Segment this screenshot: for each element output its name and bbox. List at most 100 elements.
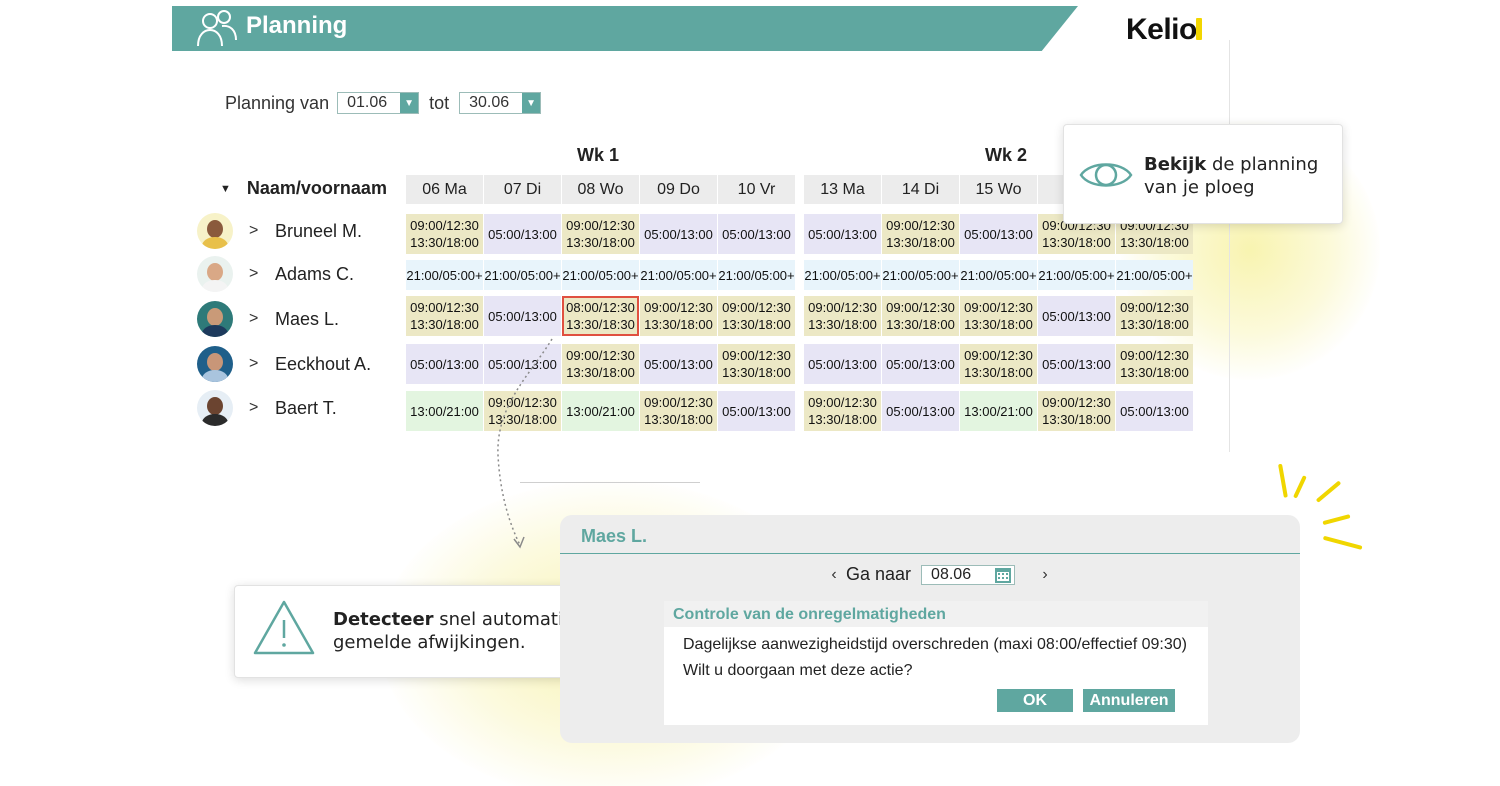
- shift-time: 05:00/13:00: [410, 356, 479, 372]
- ok-button[interactable]: OK: [997, 689, 1073, 712]
- shift-time: 09:00/12:30: [808, 300, 877, 315]
- shift-cell[interactable]: 05:00/13:00: [640, 214, 717, 254]
- shift-cell[interactable]: 09:00/12:30 13:30/18:00: [960, 296, 1037, 336]
- shift-cell[interactable]: 09:00/12:30 13:30/18:00: [804, 296, 881, 336]
- schedule-row: 05:00/13:00 05:00/13:00 09:00/12:30 13:30/1…: [804, 344, 1194, 384]
- shift-cell[interactable]: 05:00/13:00: [960, 214, 1037, 254]
- avatar: [197, 346, 233, 382]
- shift-time: 05:00/13:00: [808, 356, 877, 372]
- shift-cell[interactable]: 21:00/05:00+: [1116, 260, 1193, 290]
- avatar: [197, 390, 233, 426]
- chevron-right-icon[interactable]: >: [249, 310, 273, 328]
- shift-time: 13:30/18:30: [566, 317, 635, 332]
- chevron-down-icon[interactable]: ▼: [522, 93, 541, 113]
- shift-time: 05:00/13:00: [1042, 308, 1111, 324]
- shift-cell[interactable]: 05:00/13:00: [718, 214, 795, 254]
- shift-cell[interactable]: 13:00/21:00: [562, 391, 639, 431]
- shift-cell[interactable]: 21:00/05:00+: [640, 260, 717, 290]
- shift-cell[interactable]: 09:00/12:30 13:30/18:00: [562, 344, 639, 384]
- shift-cell[interactable]: 09:00/12:30 13:30/18:00: [882, 214, 959, 254]
- day-header[interactable]: 14 Di: [882, 175, 959, 204]
- day-header[interactable]: 13 Ma: [804, 175, 881, 204]
- cancel-button[interactable]: Annuleren: [1083, 689, 1175, 712]
- shift-cell[interactable]: 05:00/13:00: [1038, 296, 1115, 336]
- range-to-label: tot: [429, 92, 450, 113]
- day-header[interactable]: 10 Vr: [718, 175, 795, 204]
- shift-time: 21:00/05:00+: [562, 267, 639, 283]
- caret-down-icon[interactable]: ▼: [220, 183, 231, 195]
- shift-cell[interactable]: 21:00/05:00+: [718, 260, 795, 290]
- calendar-icon[interactable]: [994, 566, 1012, 584]
- chevron-right-icon[interactable]: >: [249, 355, 273, 373]
- day-header[interactable]: 09 Do: [640, 175, 717, 204]
- shift-cell[interactable]: 05:00/13:00: [804, 344, 881, 384]
- employee-row-header[interactable]: > Adams C.: [197, 255, 354, 293]
- shift-cell[interactable]: 05:00/13:00: [484, 214, 561, 254]
- chevron-right-icon[interactable]: ›: [1033, 566, 1057, 584]
- shift-cell[interactable]: 09:00/12:30 13:30/18:00: [406, 214, 483, 254]
- shift-cell[interactable]: 21:00/05:00+: [562, 260, 639, 290]
- shift-cell[interactable]: 21:00/05:00+: [1038, 260, 1115, 290]
- chevron-right-icon[interactable]: >: [249, 399, 273, 417]
- shift-cell[interactable]: 05:00/13:00: [882, 344, 959, 384]
- shift-cell[interactable]: 09:00/12:30 13:30/18:00: [718, 296, 795, 336]
- shift-cell[interactable]: 05:00/13:00: [640, 344, 717, 384]
- shift-cell[interactable]: 21:00/05:00+: [882, 260, 959, 290]
- shift-time: 13:00/21:00: [566, 403, 635, 419]
- warning-icon: [253, 600, 315, 655]
- goto-date-input[interactable]: 08.06: [921, 564, 1016, 585]
- chevron-left-icon[interactable]: ‹: [822, 566, 846, 584]
- employee-row-header[interactable]: > Bruneel M.: [197, 212, 362, 250]
- shift-cell[interactable]: 21:00/05:00+: [804, 260, 881, 290]
- shift-cell[interactable]: 09:00/12:30 13:30/18:00: [804, 391, 881, 431]
- day-header[interactable]: 07 Di: [484, 175, 561, 204]
- shift-time: 09:00/12:30: [722, 300, 791, 315]
- shift-cell[interactable]: 05:00/13:00: [406, 344, 483, 384]
- shift-cell[interactable]: 05:00/13:00: [484, 296, 561, 336]
- day-header[interactable]: 08 Wo: [562, 175, 639, 204]
- shift-cell[interactable]: 05:00/13:00: [1116, 391, 1193, 431]
- shift-time: 09:00/12:30: [964, 300, 1033, 315]
- shift-cell[interactable]: 05:00/13:00: [718, 391, 795, 431]
- schedule-row: 05:00/13:00 05:00/13:00 09:00/12:30 13:30/1…: [406, 344, 796, 384]
- shift-cell[interactable]: 13:00/21:00: [406, 391, 483, 431]
- shift-cell[interactable]: 21:00/05:00+: [406, 260, 483, 290]
- shift-time: 09:00/12:30: [644, 300, 713, 315]
- shift-cell[interactable]: 05:00/13:00: [882, 391, 959, 431]
- chevron-down-icon[interactable]: ▼: [400, 93, 419, 113]
- shift-cell[interactable]: 09:00/12:30 13:30/18:00: [1038, 391, 1115, 431]
- name-column-header[interactable]: ▼ Naam/voornaam: [220, 178, 387, 199]
- shift-time: 09:00/12:30: [1042, 395, 1111, 410]
- shift-time: 13:30/18:00: [644, 317, 713, 332]
- day-header[interactable]: 06 Ma: [406, 175, 483, 204]
- shift-cell[interactable]: 21:00/05:00+: [484, 260, 561, 290]
- shift-cell[interactable]: 09:00/12:30 13:30/18:00: [1116, 344, 1193, 384]
- range-from-label: Planning van: [225, 92, 330, 113]
- shift-cell[interactable]: 09:00/12:30 13:30/18:00: [640, 391, 717, 431]
- employee-row-header[interactable]: > Maes L.: [197, 300, 339, 338]
- irregularity-check-panel: Controle van de onregelmatigheden Dageli…: [664, 601, 1208, 725]
- chevron-right-icon[interactable]: >: [249, 265, 273, 283]
- shift-cell[interactable]: 09:00/12:30 13:30/18:00: [1116, 296, 1193, 336]
- from-date-select[interactable]: 01.06 ▼: [337, 92, 420, 114]
- schedule-row: 09:00/12:30 13:30/18:00 05:00/13:00 08:00/1…: [406, 296, 796, 336]
- shift-time: 21:00/05:00+: [1116, 267, 1193, 283]
- shift-cell[interactable]: 13:00/21:00: [960, 391, 1037, 431]
- shift-cell[interactable]: 05:00/13:00: [804, 214, 881, 254]
- shift-cell[interactable]: 09:00/12:30 13:30/18:00: [562, 214, 639, 254]
- chevron-right-icon[interactable]: >: [249, 222, 273, 240]
- schedule-row: 13:00/21:00 09:00/12:30 13:30/18:00 13:00/2…: [406, 391, 796, 431]
- to-date-select[interactable]: 30.06 ▼: [459, 92, 542, 114]
- employee-row-header[interactable]: > Baert T.: [197, 389, 337, 427]
- shift-cell[interactable]: 05:00/13:00: [1038, 344, 1115, 384]
- shift-cell[interactable]: 09:00/12:30 13:30/18:00: [640, 296, 717, 336]
- shift-cell[interactable]: 08:00/12:30 13:30/18:30: [562, 296, 639, 336]
- shift-cell[interactable]: 09:00/12:30 13:30/18:00: [718, 344, 795, 384]
- shift-cell[interactable]: 09:00/12:30 13:30/18:00: [882, 296, 959, 336]
- shift-cell[interactable]: 09:00/12:30 13:30/18:00: [406, 296, 483, 336]
- day-header[interactable]: 15 Wo: [960, 175, 1037, 204]
- employee-row-header[interactable]: > Eeckhout A.: [197, 345, 371, 383]
- to-date-value: 30.06: [469, 94, 510, 111]
- shift-cell[interactable]: 21:00/05:00+: [960, 260, 1037, 290]
- shift-cell[interactable]: 09:00/12:30 13:30/18:00: [960, 344, 1037, 384]
